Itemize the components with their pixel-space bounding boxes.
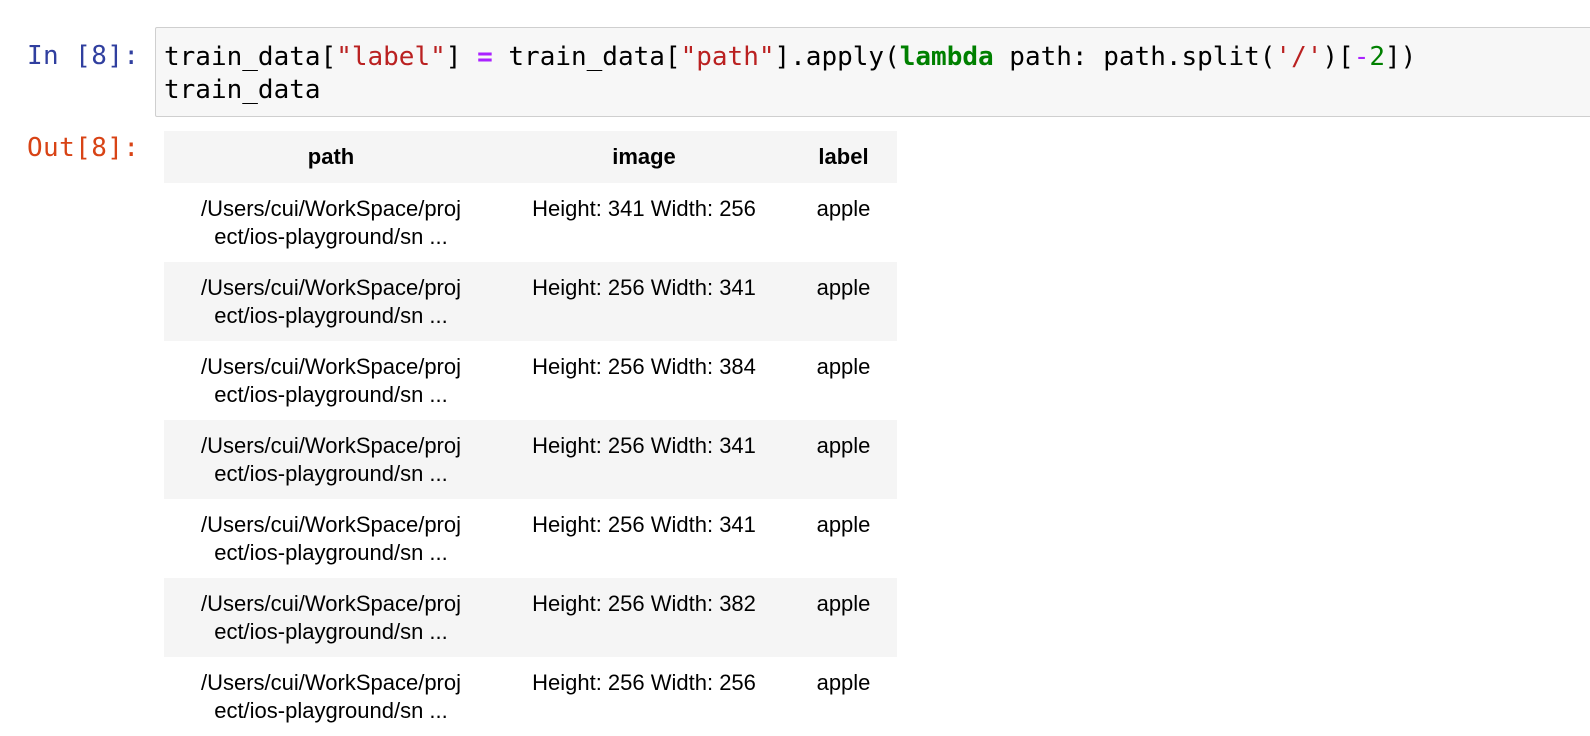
image-cell: Height: 256 Width: 256 bbox=[498, 657, 790, 736]
path-cell: /Users/cui/WorkSpace/proj ect/ios-playgro… bbox=[164, 578, 498, 657]
code-token: train_data[ bbox=[164, 42, 337, 72]
image-text: Height: 256 Width: 341 bbox=[532, 512, 756, 537]
path-text: /Users/cui/WorkSpace/proj bbox=[200, 354, 461, 379]
path-text: ect/ios-playground/sn ... bbox=[214, 619, 448, 644]
code-string: "path" bbox=[680, 42, 775, 72]
column-header-image: image bbox=[498, 131, 790, 183]
image-text: Height: 256 Width: 341 bbox=[532, 433, 756, 458]
table-row: /Users/cui/WorkSpace/proj ect/ios-playgro… bbox=[164, 183, 897, 262]
code-keyword: lambda bbox=[899, 42, 994, 72]
path-cell: /Users/cui/WorkSpace/proj ect/ios-playgro… bbox=[164, 183, 498, 262]
label-text: apple bbox=[816, 591, 871, 616]
code-number: 2 bbox=[1369, 42, 1386, 72]
code-token: ]) bbox=[1385, 42, 1417, 72]
image-text: Height: 256 Width: 382 bbox=[532, 591, 756, 616]
path-text: /Users/cui/WorkSpace/proj bbox=[200, 591, 461, 616]
code-string: "label" bbox=[336, 42, 446, 72]
dataframe-table: path image label /Users/cui/WorkSpace/pr… bbox=[164, 131, 897, 736]
label-cell: apple bbox=[790, 420, 897, 499]
label-cell: apple bbox=[790, 262, 897, 341]
code-token: path: path.split( bbox=[993, 42, 1276, 72]
label-cell: apple bbox=[790, 657, 897, 736]
output-prompt: Out[8]: bbox=[27, 133, 140, 163]
path-cell: /Users/cui/WorkSpace/proj ect/ios-playgro… bbox=[164, 499, 498, 578]
image-cell: Height: 256 Width: 341 bbox=[498, 420, 790, 499]
table-row: /Users/cui/WorkSpace/proj ect/ios-playgro… bbox=[164, 262, 897, 341]
path-text: /Users/cui/WorkSpace/proj bbox=[200, 433, 461, 458]
label-text: apple bbox=[816, 433, 871, 458]
path-text: ect/ios-playground/sn ... bbox=[214, 382, 448, 407]
table-row: /Users/cui/WorkSpace/proj ect/ios-playgro… bbox=[164, 657, 897, 736]
image-cell: Height: 256 Width: 382 bbox=[498, 578, 790, 657]
code-string: '/' bbox=[1275, 42, 1323, 72]
path-text: /Users/cui/WorkSpace/proj bbox=[200, 275, 461, 300]
image-text: Height: 341 Width: 256 bbox=[532, 196, 756, 221]
label-text: apple bbox=[816, 275, 871, 300]
image-cell: Height: 256 Width: 341 bbox=[498, 262, 790, 341]
path-cell: /Users/cui/WorkSpace/proj ect/ios-playgro… bbox=[164, 262, 498, 341]
label-cell: apple bbox=[790, 183, 897, 262]
image-text: Height: 256 Width: 256 bbox=[532, 670, 756, 695]
path-text: ect/ios-playground/sn ... bbox=[214, 461, 448, 486]
code-token: train_data[ bbox=[492, 42, 681, 72]
label-cell: apple bbox=[790, 578, 897, 657]
code-cell-editor[interactable]: train_data["label"] = train_data["path"]… bbox=[155, 27, 1590, 117]
table-header-row: path image label bbox=[164, 131, 897, 183]
path-text: ect/ios-playground/sn ... bbox=[214, 303, 448, 328]
code-operator: = bbox=[477, 42, 493, 72]
code-token: ].apply( bbox=[774, 42, 900, 72]
code-line: train_data bbox=[164, 75, 321, 105]
column-header-path: path bbox=[164, 131, 498, 183]
input-prompt: In [8]: bbox=[27, 41, 140, 71]
image-text: Height: 256 Width: 341 bbox=[532, 275, 756, 300]
image-cell: Height: 256 Width: 384 bbox=[498, 341, 790, 420]
label-cell: apple bbox=[790, 341, 897, 420]
code-line: train_data["label"] = train_data["path"]… bbox=[164, 42, 1416, 72]
code-token: ] bbox=[445, 42, 478, 72]
label-text: apple bbox=[816, 670, 871, 695]
image-cell: Height: 256 Width: 341 bbox=[498, 499, 790, 578]
path-cell: /Users/cui/WorkSpace/proj ect/ios-playgro… bbox=[164, 657, 498, 736]
label-text: apple bbox=[816, 512, 871, 537]
label-cell: apple bbox=[790, 499, 897, 578]
code-operator: - bbox=[1353, 42, 1370, 72]
table-row: /Users/cui/WorkSpace/proj ect/ios-playgro… bbox=[164, 578, 897, 657]
image-text: Height: 256 Width: 384 bbox=[532, 354, 756, 379]
code-token: )[ bbox=[1322, 42, 1354, 72]
label-text: apple bbox=[816, 196, 871, 221]
path-text: ect/ios-playground/sn ... bbox=[214, 540, 448, 565]
image-cell: Height: 341 Width: 256 bbox=[498, 183, 790, 262]
path-text: /Users/cui/WorkSpace/proj bbox=[200, 512, 461, 537]
label-text: apple bbox=[816, 354, 871, 379]
path-text: ect/ios-playground/sn ... bbox=[214, 698, 448, 723]
path-text: ect/ios-playground/sn ... bbox=[214, 224, 448, 249]
table-row: /Users/cui/WorkSpace/proj ect/ios-playgro… bbox=[164, 420, 897, 499]
path-cell: /Users/cui/WorkSpace/proj ect/ios-playgro… bbox=[164, 420, 498, 499]
table-row: /Users/cui/WorkSpace/proj ect/ios-playgro… bbox=[164, 341, 897, 420]
path-text: /Users/cui/WorkSpace/proj bbox=[200, 670, 461, 695]
output-area: path image label /Users/cui/WorkSpace/pr… bbox=[164, 131, 897, 736]
path-cell: /Users/cui/WorkSpace/proj ect/ios-playgro… bbox=[164, 341, 498, 420]
path-text: /Users/cui/WorkSpace/proj bbox=[200, 196, 461, 221]
column-header-label: label bbox=[790, 131, 897, 183]
table-row: /Users/cui/WorkSpace/proj ect/ios-playgro… bbox=[164, 499, 897, 578]
